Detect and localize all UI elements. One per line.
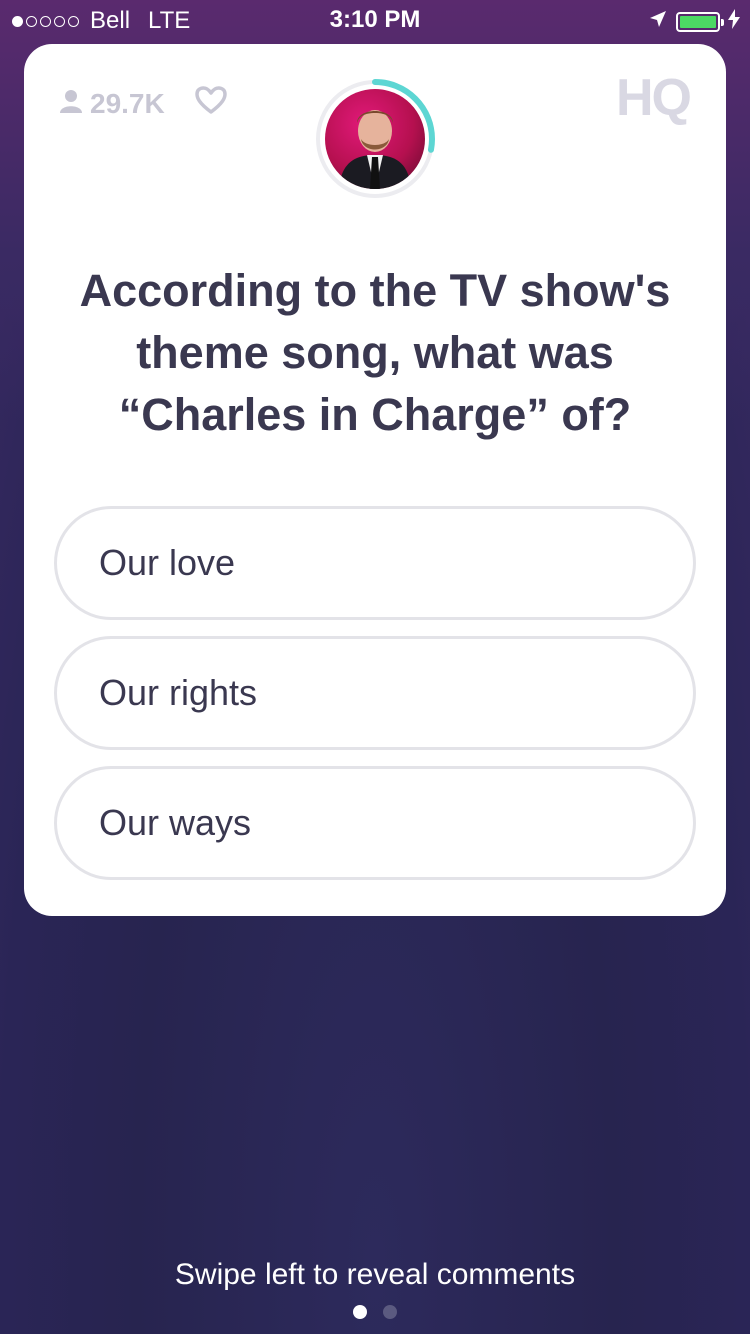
page-indicator[interactable] bbox=[0, 1305, 750, 1319]
question-text: According to the TV show's theme song, w… bbox=[44, 260, 706, 446]
charging-bolt-icon bbox=[728, 9, 740, 34]
answer-label: Our ways bbox=[99, 802, 252, 843]
answer-label: Our rights bbox=[99, 672, 258, 713]
hq-logo: HQ bbox=[616, 69, 692, 127]
answer-option-3[interactable]: Our ways bbox=[54, 766, 696, 880]
question-line: According to the TV show's bbox=[79, 265, 671, 316]
host-video bbox=[315, 79, 435, 199]
swipe-hint: Swipe left to reveal comments bbox=[174, 1258, 576, 1291]
heart-icon[interactable] bbox=[194, 86, 227, 121]
viewer-count-value: 29.7K bbox=[90, 87, 165, 119]
page-dot-active[interactable] bbox=[353, 1305, 367, 1319]
battery-level bbox=[680, 15, 716, 28]
viewer-count: 29.7K bbox=[60, 86, 227, 121]
answer-label: Our love bbox=[99, 542, 236, 583]
battery-icon bbox=[676, 11, 724, 32]
user-icon bbox=[60, 88, 82, 120]
question-line: “Charles in Charge” of? bbox=[118, 389, 632, 440]
question-card: 29.7K HQ According to the TV show's them bbox=[24, 44, 726, 916]
answer-option-1[interactable]: Our love bbox=[54, 506, 696, 620]
answer-option-2[interactable]: Our rights bbox=[54, 636, 696, 750]
battery-tip bbox=[721, 18, 724, 26]
host-avatar bbox=[325, 89, 425, 189]
status-time: 3:10 PM bbox=[329, 6, 421, 33]
answer-options: Our love Our rights Our ways bbox=[54, 506, 696, 896]
status-bar: Bell LTE 3:10 PM bbox=[0, 0, 750, 40]
location-arrow-icon bbox=[648, 9, 668, 34]
status-right bbox=[648, 9, 740, 34]
page-dot[interactable] bbox=[383, 1305, 397, 1319]
question-line: theme song, what was bbox=[136, 327, 614, 378]
